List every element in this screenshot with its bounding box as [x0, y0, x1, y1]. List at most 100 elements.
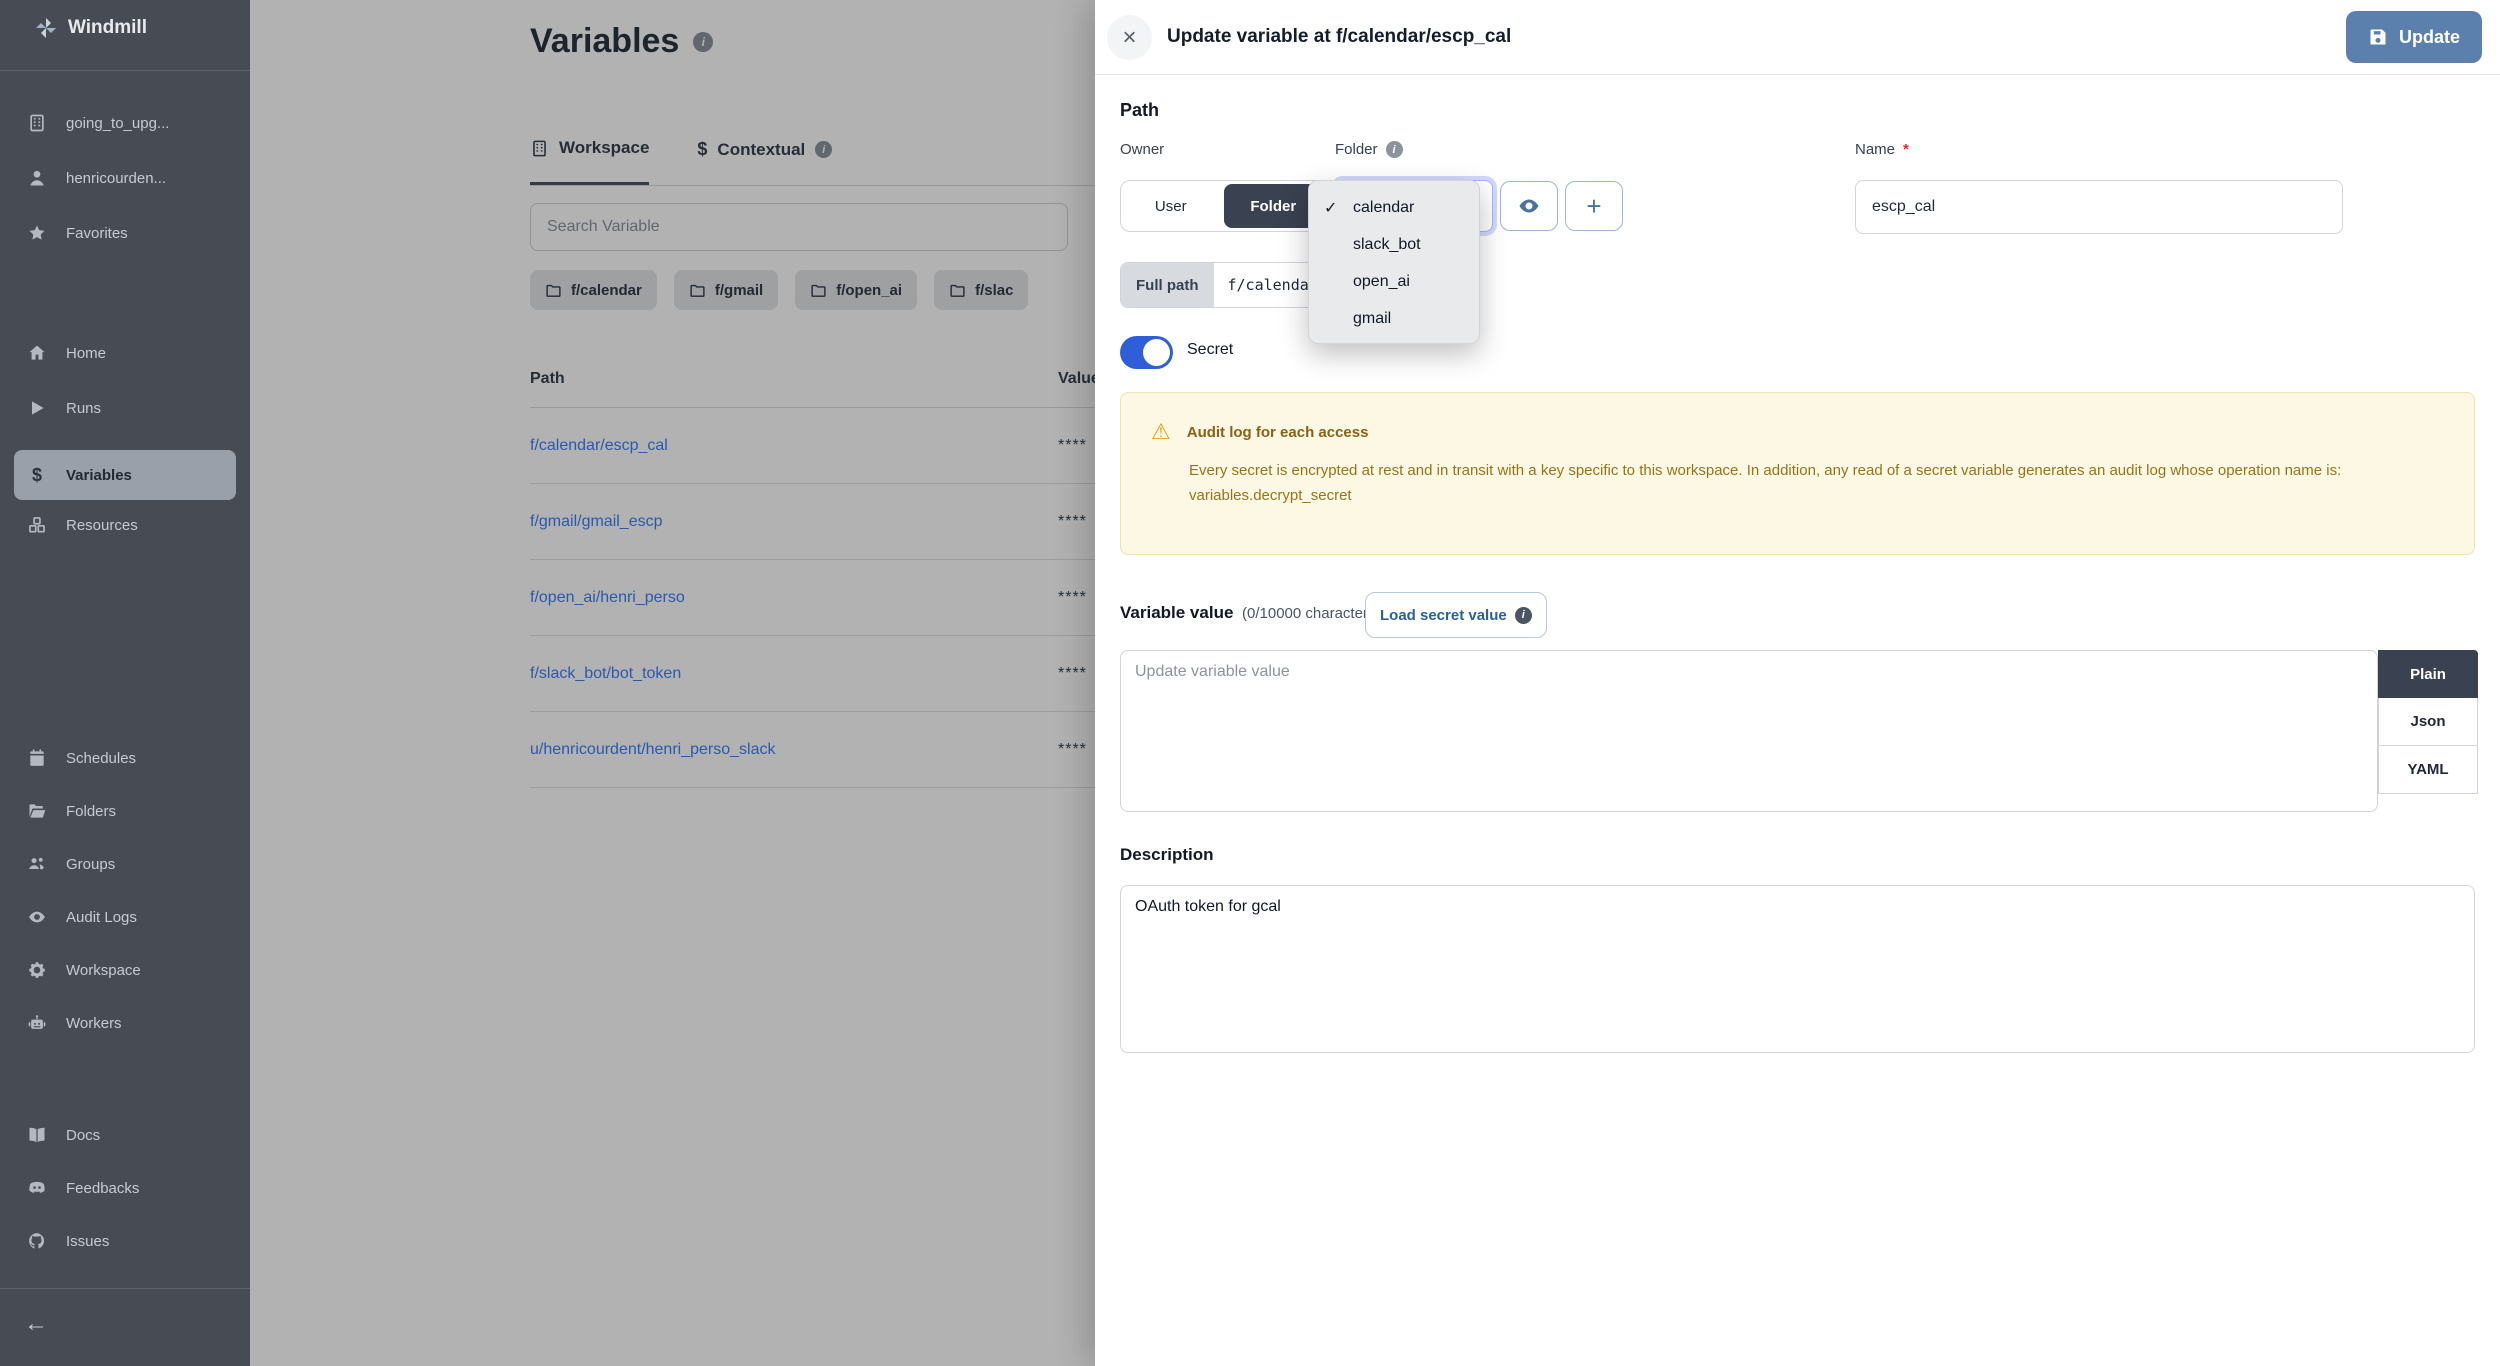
- feedbacks-label: Feedbacks: [66, 1180, 139, 1197]
- audit-notice-title: Audit log for each access: [1187, 424, 1369, 441]
- full-path-label: Full path: [1121, 263, 1214, 307]
- variables-label: Variables: [66, 467, 132, 484]
- schedules-label: Schedules: [66, 750, 136, 767]
- update-button[interactable]: Update: [2346, 11, 2482, 63]
- dropdown-option-gmail[interactable]: gmail: [1309, 300, 1479, 337]
- sidebar-item-groups[interactable]: Groups: [0, 851, 250, 877]
- owner-label: Owner: [1120, 141, 1164, 158]
- sidebar-item-folders[interactable]: Folders: [0, 798, 250, 824]
- workspace-label: Workspace: [66, 962, 141, 979]
- docs-label: Docs: [66, 1127, 100, 1144]
- sidebar-divider: [0, 70, 250, 71]
- sidebar-item-home[interactable]: Home: [0, 340, 250, 366]
- book-icon: [26, 1125, 48, 1145]
- secret-toggle[interactable]: [1120, 336, 1173, 369]
- arrow-left-icon: ←: [24, 1310, 48, 1337]
- save-icon: [2368, 27, 2388, 47]
- sidebar-item-schedules[interactable]: Schedules: [0, 745, 250, 771]
- audit-log-notice: ⚠ Audit log for each access Every secret…: [1120, 392, 2475, 555]
- warning-icon: ⚠: [1151, 421, 1171, 443]
- variable-value-textarea[interactable]: [1120, 650, 2378, 812]
- variable-name-input[interactable]: [1855, 180, 2343, 234]
- eye-icon: [26, 907, 48, 927]
- dropdown-option-slack-bot[interactable]: slack_bot: [1309, 226, 1479, 263]
- gear-icon: [26, 960, 48, 980]
- workspace-switcher-label: going_to_upg...: [66, 115, 169, 132]
- runs-label: Runs: [66, 400, 101, 417]
- name-label: Name *: [1855, 141, 1909, 158]
- description-textarea[interactable]: OAuth token for gcal: [1120, 885, 2475, 1053]
- drawer-header: × Update variable at f/calendar/escp_cal…: [1095, 0, 2500, 75]
- drawer-title: Update variable at f/calendar/escp_cal: [1167, 26, 1511, 48]
- building-icon: [26, 113, 48, 133]
- dropdown-option-open-ai[interactable]: open_ai: [1309, 263, 1479, 300]
- format-tab-yaml[interactable]: YAML: [2378, 746, 2478, 794]
- update-variable-drawer: × Update variable at f/calendar/escp_cal…: [1095, 0, 2500, 1366]
- required-mark: *: [1903, 141, 1909, 158]
- account-label: henricourden...: [66, 170, 166, 187]
- secret-label: Secret: [1187, 341, 1233, 359]
- check-icon: ✓: [1324, 198, 1337, 218]
- drawer-backdrop[interactable]: [250, 0, 1095, 1366]
- groups-label: Groups: [66, 856, 115, 873]
- play-icon: [26, 398, 48, 418]
- favorites-label: Favorites: [66, 225, 128, 242]
- info-icon[interactable]: i: [1386, 141, 1403, 158]
- sidebar-item-workers[interactable]: Workers: [0, 1010, 250, 1036]
- user-icon: [26, 168, 48, 188]
- issues-label: Issues: [66, 1233, 109, 1250]
- character-counter: (0/10000 characters): [1242, 605, 1380, 622]
- account-menu[interactable]: henricourden...: [0, 165, 250, 191]
- sidebar-item-variables[interactable]: $ Variables: [14, 450, 236, 500]
- dollar-icon: $: [26, 465, 48, 486]
- app-logo-label: Windmill: [68, 17, 147, 39]
- cubes-icon: [26, 515, 48, 535]
- windmill-logo-icon: [34, 16, 58, 40]
- sidebar-item-audit-logs[interactable]: Audit Logs: [0, 904, 250, 930]
- close-icon[interactable]: ×: [1107, 15, 1152, 60]
- resources-label: Resources: [66, 517, 138, 534]
- sidebar-item-resources[interactable]: Resources: [0, 512, 250, 538]
- audit-logs-label: Audit Logs: [66, 909, 137, 926]
- sidebar-item-docs[interactable]: Docs: [0, 1122, 250, 1148]
- collapse-sidebar-button[interactable]: ←: [24, 1310, 48, 1338]
- folder-open-icon: [26, 801, 48, 821]
- folder-label: Folder i: [1335, 141, 1403, 158]
- workers-label: Workers: [66, 1015, 122, 1032]
- audit-notice-body: Every secret is encrypted at rest and in…: [1189, 459, 2389, 509]
- app-logo[interactable]: Windmill: [34, 16, 147, 40]
- toggle-knob: [1143, 339, 1170, 366]
- format-tab-json[interactable]: Json: [2378, 698, 2478, 746]
- discord-icon: [26, 1178, 48, 1198]
- add-folder-button[interactable]: +: [1565, 181, 1623, 231]
- variable-value-heading: Variable value: [1120, 603, 1233, 623]
- eye-icon: [1517, 194, 1541, 218]
- workspace-switcher[interactable]: going_to_upg...: [0, 110, 250, 136]
- owner-user-option[interactable]: User: [1121, 181, 1221, 231]
- info-icon: i: [1515, 607, 1532, 624]
- sidebar: Windmill going_to_upg... henricourden...…: [0, 0, 250, 1366]
- users-icon: [26, 854, 48, 874]
- sidebar-item-workspace[interactable]: Workspace: [0, 957, 250, 983]
- github-icon: [26, 1231, 48, 1251]
- value-format-tabs: Plain Json YAML: [2378, 650, 2478, 794]
- dropdown-option-calendar[interactable]: ✓ calendar: [1309, 189, 1479, 226]
- folders-label: Folders: [66, 803, 116, 820]
- sidebar-divider: [0, 1288, 250, 1289]
- description-heading: Description: [1120, 845, 1214, 865]
- load-secret-value-button[interactable]: Load secret value i: [1365, 592, 1547, 638]
- sidebar-item-issues[interactable]: Issues: [0, 1228, 250, 1254]
- owner-kind-toggle: User Folder: [1120, 180, 1327, 232]
- format-tab-plain[interactable]: Plain: [2378, 650, 2478, 698]
- folder-dropdown-menu: ✓ calendar slack_bot open_ai gmail: [1308, 180, 1480, 344]
- path-section-heading: Path: [1120, 100, 1159, 121]
- plus-icon: +: [1586, 191, 1601, 222]
- view-folder-button[interactable]: [1500, 181, 1558, 231]
- star-icon: [26, 223, 48, 243]
- sidebar-item-feedbacks[interactable]: Feedbacks: [0, 1175, 250, 1201]
- sidebar-item-favorites[interactable]: Favorites: [0, 220, 250, 246]
- home-label: Home: [66, 345, 106, 362]
- home-icon: [26, 343, 48, 363]
- sidebar-item-runs[interactable]: Runs: [0, 395, 250, 421]
- calendar-icon: [26, 748, 48, 768]
